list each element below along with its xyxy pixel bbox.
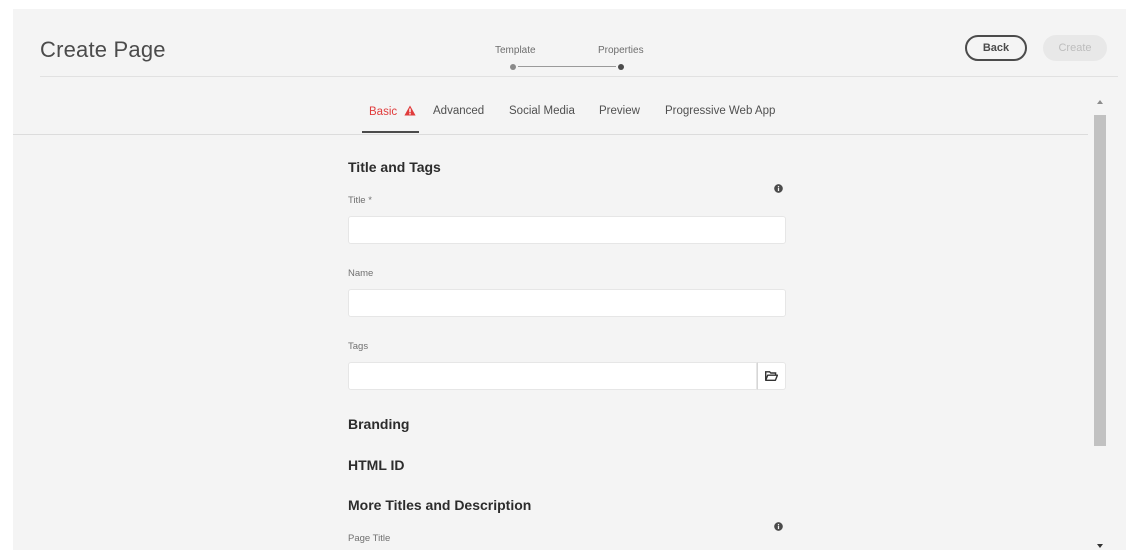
info-icon[interactable]	[774, 522, 783, 531]
step-template-dot	[510, 64, 516, 70]
tab-basic[interactable]: Basic	[362, 105, 420, 133]
page-title: Create Page	[40, 37, 166, 62]
scrollbar-thumb[interactable]	[1094, 115, 1106, 446]
tab-preview[interactable]: Preview	[599, 105, 640, 133]
step-properties-label: Properties	[598, 45, 644, 56]
scroll-up-arrow-icon[interactable]	[1097, 100, 1103, 104]
section-title-and-tags[interactable]: Title and Tags	[348, 159, 441, 175]
tab-list: Basic Advanced Social Media Preview Prog…	[13, 105, 1088, 134]
step-template-label: Template	[495, 45, 536, 56]
tab-advanced[interactable]: Advanced	[433, 105, 484, 133]
step-properties-dot	[618, 64, 624, 70]
warning-triangle-icon	[404, 105, 416, 116]
name-input[interactable]	[348, 289, 786, 317]
step-connector	[518, 66, 616, 67]
active-tab-indicator	[362, 131, 420, 133]
section-more-titles[interactable]: More Titles and Description	[348, 497, 531, 513]
tags-browse-button[interactable]	[757, 362, 786, 390]
folder-open-icon	[765, 371, 778, 381]
info-icon[interactable]	[774, 184, 783, 193]
scroll-down-arrow-icon[interactable]	[1097, 544, 1103, 548]
section-html-id[interactable]: HTML ID	[348, 457, 405, 473]
create-button[interactable]: Create	[1043, 35, 1107, 61]
name-field-label: Name	[348, 268, 374, 279]
tab-basic-label: Basic	[369, 106, 398, 118]
header: Create Page Template Properties Back Cre…	[13, 9, 1126, 76]
tab-progressive-web-app[interactable]: Progressive Web App	[665, 105, 775, 133]
section-branding[interactable]: Branding	[348, 416, 409, 432]
wizard-stepper: Template Properties	[483, 45, 663, 75]
tags-input[interactable]	[348, 362, 757, 390]
tabs-divider	[13, 134, 1088, 135]
tags-field-label: Tags	[348, 341, 369, 352]
back-button[interactable]: Back	[965, 35, 1027, 61]
title-field-label: Title *	[348, 195, 372, 206]
tab-social-media[interactable]: Social Media	[509, 105, 575, 133]
header-divider	[40, 76, 1118, 77]
title-input[interactable]	[348, 216, 786, 244]
create-page-wizard: Create Page Template Properties Back Cre…	[13, 9, 1126, 550]
vertical-scrollbar[interactable]	[1094, 97, 1106, 550]
page-title-field-label: Page Title	[348, 533, 391, 544]
